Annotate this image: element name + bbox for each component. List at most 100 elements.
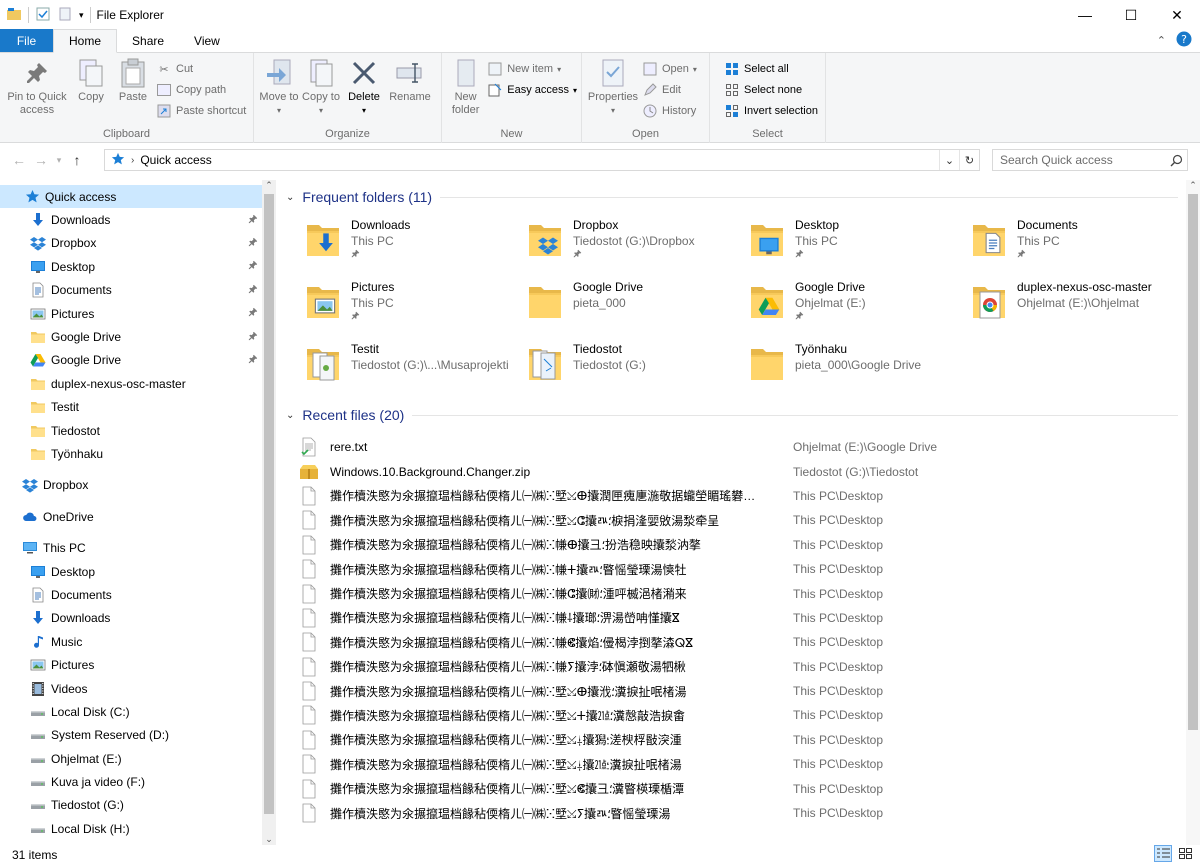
back-button[interactable]: ← bbox=[8, 152, 30, 168]
recent-file-row[interactable]: 攤作櫝泆愍为氽搌攛瑥档餯秥偄楕ㄦ㈠㈱ⵘ㙒⤩ⵛ攮ㅩ⸵棙捐湰婯敓湯湬牵呈 This P… bbox=[298, 508, 1184, 532]
select-all-button[interactable]: Select all bbox=[724, 60, 818, 78]
pin-icon[interactable] bbox=[248, 307, 258, 320]
select-none-button[interactable]: Select none bbox=[724, 81, 818, 99]
recent-file-row[interactable]: 攤作櫝泆愍为氽搌攛瑥档餯秥偄楕ㄦ㈠㈱ⵘ㙒⤩ⵞ攮⼹⸵瀵睯楧瑮楯潭 This PC\D… bbox=[298, 776, 1184, 800]
frequent-folder-duplex-nexus-osc-master[interactable]: duplex-nexus-osc-master Ohjelmat (E:)\Ohj… bbox=[969, 277, 1184, 339]
recent-file-row[interactable]: 攤作櫝泆愍为氽搌攛瑥档餯秥偄楕ㄦ㈠㈱ⵘ㡘⸸攮瑯⸵淠湯嵤呥慬攮ⴵ This PC\D… bbox=[298, 606, 1184, 630]
frequent-folder-testit[interactable]: Testit Tiedostot (G:)\...\Musaprojekti bbox=[303, 339, 525, 401]
tab-share[interactable]: Share bbox=[117, 29, 179, 52]
nav-item-videos[interactable]: Videos bbox=[0, 677, 262, 700]
recent-file-row[interactable]: 攤作櫝泆愍为氽搌攛瑥档餯秥偄楕ㄦ㈠㈱ⵘ㙒⤩ⵜ攮㍭⸵瀵慤敲浩捩畬 This PC\D… bbox=[298, 703, 1184, 727]
open-button[interactable]: Open ▾ bbox=[642, 60, 697, 78]
nav-item-google-drive[interactable]: Google Drive bbox=[0, 349, 262, 372]
pin-icon[interactable] bbox=[248, 284, 258, 297]
content-scroll-thumb[interactable] bbox=[1188, 194, 1198, 730]
recent-file-row[interactable]: 攤作櫝泆愍为氽搌攛瑥档餯秥偄楕ㄦ㈠㈱ⵘ㙒⤩ⴲ攮潤匣瘣㐣湤敬据蠬塋睸瑤礬攮塰 Thi… bbox=[298, 484, 1184, 508]
nav-item-dropbox[interactable]: Dropbox bbox=[0, 232, 262, 255]
tab-file[interactable]: File bbox=[0, 29, 53, 52]
nav-dropbox[interactable]: Dropbox bbox=[0, 474, 262, 497]
easy-access-button[interactable]: Easy access ▾ bbox=[487, 81, 577, 99]
new-item-button[interactable]: New item ▾ bbox=[487, 60, 577, 78]
recent-file-row[interactable]: 攤作櫝泆愍为氽搌攛瑥档餯秥偄楕ㄦ㈠㈱ⵘ㙒⤩ⴲ攮浌⸵瀵捩扯呡楮湯 This PC\D… bbox=[298, 679, 1184, 703]
nav-item-documents[interactable]: Documents bbox=[0, 279, 262, 302]
nav-item-downloads[interactable]: Downloads bbox=[0, 607, 262, 630]
scroll-down-arrow-icon[interactable]: ⌄ bbox=[262, 834, 276, 845]
nav-item-kuva-ja-video-f[interactable]: Kuva ja video (F:) bbox=[0, 770, 262, 793]
nav-item-google-drive[interactable]: Google Drive bbox=[0, 325, 262, 348]
nav-item-tiedostot[interactable]: Tiedostot bbox=[0, 419, 262, 442]
nav-item-local-disk-c[interactable]: Local Disk (C:) bbox=[0, 700, 262, 723]
nav-item-duplex-nexus-osc-master[interactable]: duplex-nexus-osc-master bbox=[0, 372, 262, 395]
help-icon[interactable]: ? bbox=[1176, 31, 1192, 50]
maximize-button[interactable]: ☐ bbox=[1108, 0, 1154, 30]
up-button[interactable]: ↑ bbox=[66, 152, 88, 168]
address-dropdown-icon[interactable]: ⌄ bbox=[939, 150, 959, 170]
nav-item-downloads[interactable]: Downloads bbox=[0, 208, 262, 231]
tab-view[interactable]: View bbox=[179, 29, 235, 52]
breadcrumb-separator-icon[interactable]: › bbox=[131, 155, 134, 166]
pin-icon[interactable] bbox=[248, 237, 258, 250]
history-button[interactable]: History bbox=[642, 102, 697, 120]
recent-file-row[interactable]: 攤作櫝泆愍为氽搌攛瑥档餯秥偄楕ㄦ㈠㈱ⵘ㡘ⵞ攮焰⸵㑴楬浡捯摮潹ⵕⴵ This PC\… bbox=[298, 630, 1184, 654]
recent-file-row[interactable]: Windows.10.Background.Changer.zip Tiedost… bbox=[298, 459, 1184, 483]
nav-this-pc[interactable]: This PC bbox=[0, 536, 262, 559]
paste-shortcut-button[interactable]: Paste shortcut bbox=[156, 102, 246, 120]
minimize-button[interactable]: — bbox=[1062, 0, 1108, 30]
nav-quick-access[interactable]: Quick access bbox=[0, 185, 262, 209]
new-folder-qat-icon[interactable] bbox=[57, 6, 73, 25]
properties-qat-icon[interactable] bbox=[35, 6, 51, 25]
address-bar[interactable]: › Quick access ⌄ ↻ bbox=[104, 149, 980, 171]
frequent-folder-tiedostot[interactable]: Tiedostot Tiedostot (G:) bbox=[525, 339, 747, 401]
tab-home[interactable]: Home bbox=[53, 29, 118, 53]
recent-file-row[interactable]: 攤作櫝泆愍为氽搌攛瑥档餯秥偄楕ㄦ㈠㈱ⵘ㡘ⵜ攮ㅩ⸵睯愮瑩瑮湯慡牡 This PC\D… bbox=[298, 557, 1184, 581]
recent-files-header[interactable]: ⌄ Recent files (20) bbox=[276, 403, 1184, 427]
frequent-folder-google-drive[interactable]: Google Drive pieta_000 bbox=[525, 277, 747, 339]
nav-pane-scrollbar[interactable]: ⌃ ⌄ bbox=[262, 180, 276, 845]
collapse-ribbon-icon[interactable]: ⌃ bbox=[1157, 34, 1166, 47]
frequent-folder-desktop[interactable]: Desktop This PC bbox=[747, 215, 969, 277]
frequent-folder-dropbox[interactable]: Dropbox Tiedostot (G:)\Dropbox bbox=[525, 215, 747, 277]
customize-qat-icon[interactable]: ▾ bbox=[79, 10, 84, 21]
recent-file-row[interactable]: 攤作櫝泆愍为氽搌攛瑥档餯秥偄楕ㄦ㈠㈱ⵘ㙒⤩⸸攮獡⸵溠楰桴敯湥湩 This PC\D… bbox=[298, 728, 1184, 752]
nav-item-desktop[interactable]: Desktop bbox=[0, 255, 262, 278]
recent-file-row[interactable]: 攤作櫝泆愍为氽搌攛瑥档餯秥偄楕ㄦ㈠㈱ⵘ㡘ⵢ攮浡⸵砵愼瀬敬湯牭楸 This PC\D… bbox=[298, 655, 1184, 679]
nav-onedrive[interactable]: OneDrive bbox=[0, 505, 262, 528]
frequent-folder-pictures[interactable]: Pictures This PC bbox=[303, 277, 525, 339]
search-input[interactable]: Search Quick access bbox=[992, 149, 1188, 171]
frequent-folders-header[interactable]: ⌄ Frequent folders (11) bbox=[276, 185, 1184, 209]
nav-item-system-reserved-d[interactable]: System Reserved (D:) bbox=[0, 724, 262, 747]
nav-item-music[interactable]: Music bbox=[0, 630, 262, 653]
frequent-folder-downloads[interactable]: Downloads This PC bbox=[303, 215, 525, 277]
pin-icon[interactable] bbox=[248, 260, 258, 273]
nav-item-ohjelmat-e[interactable]: Ohjelmat (E:) bbox=[0, 747, 262, 770]
copy-path-button[interactable]: Copy path bbox=[156, 81, 246, 99]
breadcrumb-quick-access[interactable]: Quick access bbox=[140, 153, 211, 167]
recent-file-row[interactable]: rere.txt Ohjelmat (E:)\Google Drive bbox=[298, 435, 1184, 459]
edit-button[interactable]: Edit bbox=[642, 81, 697, 99]
nav-item-pictures[interactable]: Pictures bbox=[0, 653, 262, 676]
nav-item-desktop[interactable]: Desktop bbox=[0, 560, 262, 583]
refresh-icon[interactable]: ↻ bbox=[959, 150, 979, 170]
large-icons-view-icon[interactable] bbox=[1176, 845, 1194, 862]
frequent-folder-google-drive[interactable]: Google Drive Ohjelmat (E:) bbox=[747, 277, 969, 339]
scroll-up-arrow-icon[interactable]: ⌃ bbox=[1186, 180, 1200, 191]
forward-button[interactable]: → bbox=[30, 152, 52, 168]
pin-icon[interactable] bbox=[248, 214, 258, 227]
recent-locations-button[interactable]: ▾ bbox=[52, 155, 66, 166]
nav-item-pictures[interactable]: Pictures bbox=[0, 302, 262, 325]
close-button[interactable]: ✕ bbox=[1154, 0, 1200, 30]
nav-item-tiedostot-g[interactable]: Tiedostot (G:) bbox=[0, 794, 262, 817]
nav-item-local-disk-h[interactable]: Local Disk (H:) bbox=[0, 817, 262, 840]
details-view-icon[interactable] bbox=[1154, 845, 1172, 862]
frequent-folder-documents[interactable]: Documents This PC bbox=[969, 215, 1184, 277]
pin-icon[interactable] bbox=[248, 331, 258, 344]
nav-item-documents[interactable]: Documents bbox=[0, 583, 262, 606]
nav-scroll-thumb[interactable] bbox=[264, 194, 274, 814]
recent-file-row[interactable]: 攤作櫝泆愍为氽搌攛瑥档餯秥偄楕ㄦ㈠㈱ⵘ㙒⤩⸸攮㍭⸵瀵捩扯呡楮湯 This PC\D… bbox=[298, 752, 1184, 776]
invert-selection-button[interactable]: Invert selection bbox=[724, 102, 818, 120]
recent-file-row[interactable]: 攤作櫝泆愍为氽搌攛瑥档餯秥偄楕ㄦ㈠㈱ⵘ㙒⤩ⵢ攮ㅩ⸵睯愮瑩瑮湯 This PC\De… bbox=[298, 801, 1184, 825]
recent-file-row[interactable]: 攤作櫝泆愍为氽搌攛瑥档餯秥偄楕ㄦ㈠㈱ⵘ㡘ⴲ攮⼹⸵扮浩稳映攮湬汭摮 This PC\… bbox=[298, 533, 1184, 557]
content-scrollbar[interactable]: ⌃ bbox=[1186, 180, 1200, 845]
frequent-folder-ty-nhaku[interactable]: Työnhaku pieta_000\Google Drive bbox=[747, 339, 969, 401]
cut-button[interactable]: ✂ Cut bbox=[156, 60, 246, 78]
